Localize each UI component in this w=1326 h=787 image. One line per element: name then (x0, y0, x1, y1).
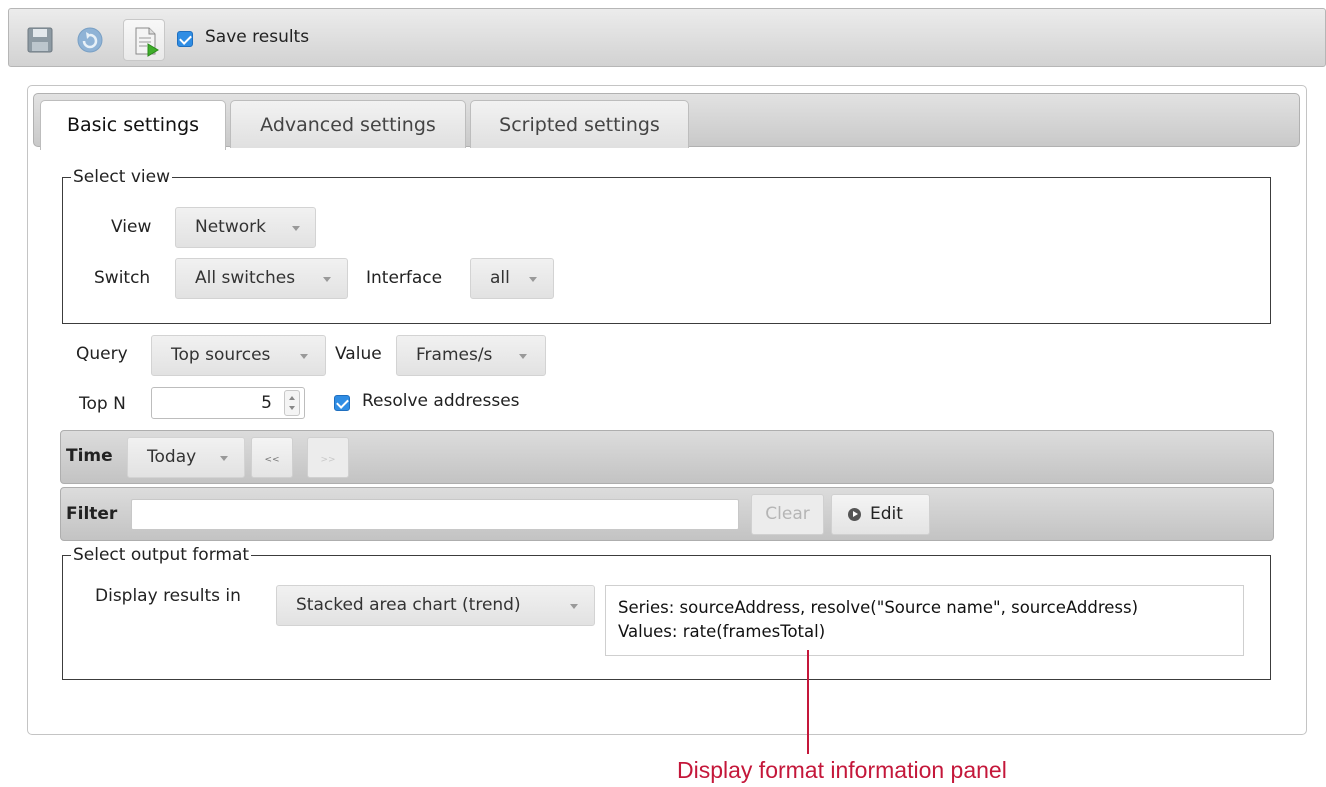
value-value: Frames/s (416, 345, 493, 365)
topn-stepper[interactable]: 5 (151, 387, 305, 419)
rewind-icon: << (264, 455, 280, 465)
interface-dropdown[interactable]: all (470, 258, 554, 299)
play-circle-icon (848, 508, 861, 521)
chevron-down-icon (300, 354, 308, 359)
refresh-icon[interactable] (69, 19, 111, 61)
display-format-dropdown[interactable]: Stacked area chart (trend) (276, 585, 595, 626)
view-label: View (111, 217, 152, 237)
display-format-value: Stacked area chart (trend) (296, 595, 521, 615)
query-label: Query (76, 344, 128, 364)
switch-dropdown[interactable]: All switches (175, 258, 348, 299)
filter-label: Filter (66, 504, 118, 524)
select-view-legend: Select view (73, 167, 170, 187)
time-value: Today (147, 447, 197, 467)
save-results-label: Save results (205, 27, 310, 47)
interface-label: Interface (366, 268, 443, 288)
topn-value: 5 (261, 393, 272, 413)
tab-basic-settings[interactable]: Basic settings (40, 100, 226, 150)
resolve-addresses-checkbox[interactable] (334, 395, 350, 411)
resolve-addresses-label: Resolve addresses (362, 391, 520, 411)
time-previous-button[interactable]: << (251, 437, 293, 478)
run-query-icon[interactable] (123, 19, 165, 61)
callout-label: Display format information panel (677, 757, 1007, 783)
time-next-button[interactable]: >> (307, 437, 349, 478)
filter-bar: Filter Clear Edit (60, 487, 1274, 541)
tab-advanced-settings[interactable]: Advanced settings (230, 100, 466, 148)
display-results-label: Display results in (95, 586, 241, 606)
topn-label: Top N (79, 394, 126, 414)
tab-scripted-settings[interactable]: Scripted settings (470, 100, 689, 148)
info-series-text: Series: sourceAddress, resolve("Source n… (618, 598, 1139, 617)
edit-button[interactable]: Edit (831, 494, 930, 535)
save-icon[interactable] (19, 19, 61, 61)
time-label: Time (66, 446, 113, 466)
top-toolbar: Save results (8, 8, 1326, 67)
chevron-down-icon (570, 604, 578, 609)
time-dropdown[interactable]: Today (127, 437, 245, 478)
chevron-down-icon (519, 354, 527, 359)
query-value: Top sources (171, 345, 271, 365)
save-results-checkbox[interactable] (177, 31, 193, 47)
chevron-down-icon (529, 277, 537, 282)
clear-button[interactable]: Clear (751, 494, 824, 535)
view-dropdown[interactable]: Network (175, 207, 316, 248)
info-values-text: Values: rate(framesTotal) (618, 622, 826, 641)
value-dropdown[interactable]: Frames/s (396, 335, 546, 376)
fast-forward-icon: >> (320, 455, 336, 465)
stepper-arrows-icon[interactable] (284, 390, 300, 416)
value-label: Value (335, 344, 382, 364)
filter-input[interactable] (131, 499, 739, 530)
view-value: Network (195, 217, 266, 237)
query-dropdown[interactable]: Top sources (151, 335, 326, 376)
switch-label: Switch (94, 268, 151, 288)
chevron-down-icon (220, 456, 228, 461)
chevron-down-icon (323, 277, 331, 282)
display-format-info-panel: Series: sourceAddress, resolve("Source n… (605, 585, 1244, 656)
interface-value: all (490, 268, 510, 288)
edit-label: Edit (870, 504, 903, 524)
select-output-format-legend: Select output format (73, 545, 250, 565)
time-bar: Time Today << >> (60, 430, 1274, 484)
callout-line (807, 650, 809, 754)
switch-value: All switches (195, 268, 296, 288)
chevron-down-icon (292, 226, 300, 231)
